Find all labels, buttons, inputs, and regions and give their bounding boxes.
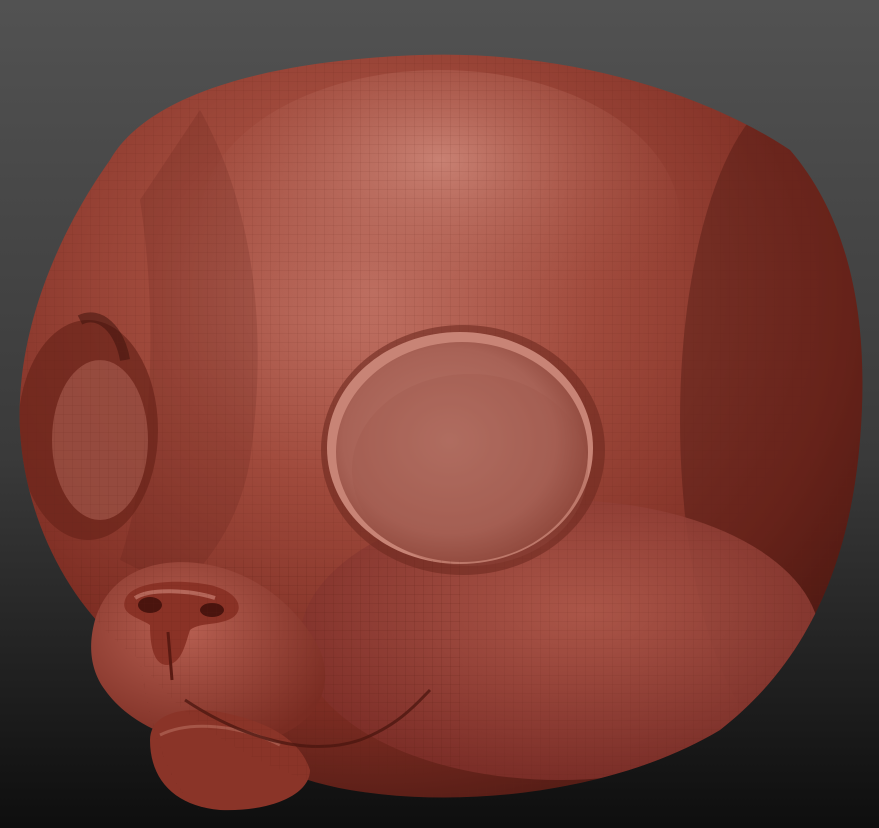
sculpted-creature-head-icon: [19, 54, 863, 811]
viewport-canvas[interactable]: [0, 0, 879, 828]
